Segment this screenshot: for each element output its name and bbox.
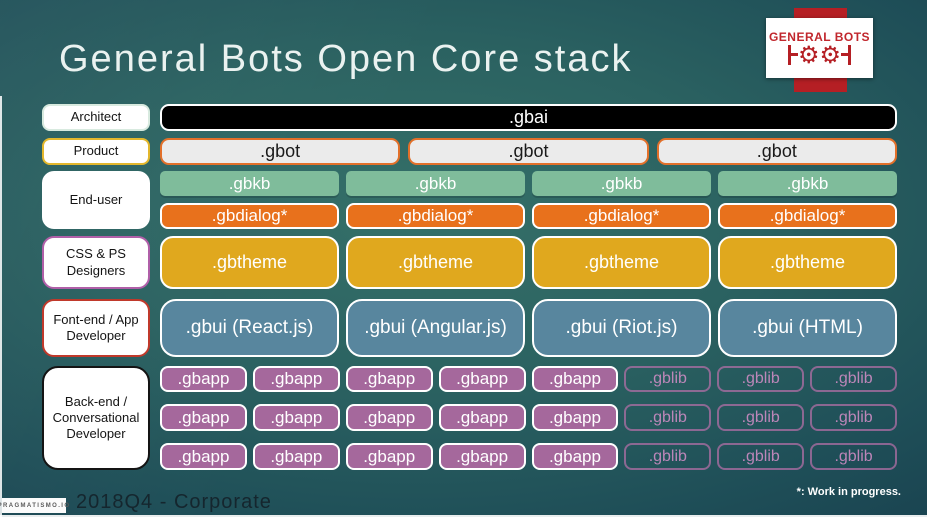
slide-left-edge-line <box>0 96 2 517</box>
logo-end-bar <box>848 44 852 65</box>
stack-box-gbkb: .gbkb <box>532 171 711 196</box>
stack-box-gblib: .gblib <box>717 404 805 431</box>
stack-box-gbtheme: .gbtheme <box>718 236 897 289</box>
stack-box-gblib: .gblib <box>810 404 897 431</box>
stack-box-gbui-html: .gbui (HTML) <box>718 299 897 357</box>
row-gbapp-gblib-1: .gbapp .gbapp .gbapp .gbapp .gbapp .gbli… <box>160 366 897 392</box>
stack-box-gbapp: .gbapp <box>531 404 619 431</box>
stack-box-gblib: .gblib <box>717 366 805 392</box>
row-gbkb: .gbkb .gbkb .gbkb .gbkb <box>160 171 897 196</box>
stack-box-gbapp: .gbapp <box>531 366 619 392</box>
role-label-end-user: End-user <box>42 171 150 229</box>
row-gbui: .gbui (React.js) .gbui (Angular.js) .gbu… <box>160 299 897 357</box>
stack-box-gbtheme: .gbtheme <box>346 236 525 289</box>
stack-box-gbapp: .gbapp <box>345 404 433 431</box>
stack-box-gbot: .gbot <box>160 138 401 165</box>
logo-axle-line <box>841 53 849 56</box>
slide-footer-caption: 2018Q4 - Corporate <box>76 491 272 513</box>
stack-box-gbdialog: .gbdialog* <box>346 203 525 229</box>
pragmatismo-brand-badge: PRAGMATISMO.IO <box>0 498 69 513</box>
logo-gears: ⚙ ⚙ <box>787 40 852 69</box>
stack-box-gblib: .gblib <box>624 443 712 470</box>
stack-box-gbapp: .gbapp <box>252 366 340 392</box>
slide: General Bots Open Core stack GENERAL BOT… <box>0 0 927 517</box>
stack-box-gbui-react: .gbui (React.js) <box>160 299 339 357</box>
role-label-designers: CSS & PS Designers <box>42 236 150 289</box>
role-label-product: Product <box>42 138 150 165</box>
stack-box-gbui-angular: .gbui (Angular.js) <box>346 299 525 357</box>
stack-box-gbtheme: .gbtheme <box>532 236 711 289</box>
stack-box-gbapp: .gbapp <box>252 443 340 470</box>
stack-box-gbkb: .gbkb <box>346 171 525 196</box>
row-gbai: .gbai <box>160 104 897 131</box>
stack-box-gbapp: .gbapp <box>345 443 433 470</box>
stack-box-gbdialog: .gbdialog* <box>160 203 339 229</box>
stack-box-gbdialog: .gbdialog* <box>532 203 711 229</box>
stack-box-gbapp: .gbapp <box>252 404 340 431</box>
gear-icon: ⚙ <box>819 40 842 69</box>
logo-axle-line <box>790 53 798 56</box>
stack-box-gbapp: .gbapp <box>438 443 526 470</box>
stack-box-gblib: .gblib <box>624 366 712 392</box>
slide-title: General Bots Open Core stack <box>59 38 633 80</box>
logo-card: GENERAL BOTS ⚙ ⚙ <box>766 18 873 78</box>
stack-box-gbdialog: .gbdialog* <box>718 203 897 229</box>
gear-icon: ⚙ <box>797 40 820 69</box>
work-in-progress-footnote: *: Work in progress. <box>796 486 901 498</box>
stack-box-gbui-riot: .gbui (Riot.js) <box>532 299 711 357</box>
stack-box-gbapp: .gbapp <box>438 366 526 392</box>
stack-box-gbot: .gbot <box>656 138 897 165</box>
stack-box-gblib: .gblib <box>810 443 897 470</box>
role-label-architect: Architect <box>42 104 150 131</box>
stack-box-gbot: .gbot <box>408 138 649 165</box>
stack-box-gbai: .gbai <box>160 104 897 131</box>
row-gbapp-gblib-3: .gbapp .gbapp .gbapp .gbapp .gbapp .gbli… <box>160 443 897 470</box>
stack-box-gbapp: .gbapp <box>160 366 247 392</box>
stack-box-gbapp: .gbapp <box>531 443 619 470</box>
row-gbapp-gblib-2: .gbapp .gbapp .gbapp .gbapp .gbapp .gbli… <box>160 404 897 431</box>
row-gbot: .gbot .gbot .gbot <box>160 138 897 165</box>
stack-box-gbapp: .gbapp <box>160 443 247 470</box>
stack-box-gbkb: .gbkb <box>160 171 339 196</box>
stack-box-gblib: .gblib <box>624 404 712 431</box>
row-gbtheme: .gbtheme .gbtheme .gbtheme .gbtheme <box>160 236 897 289</box>
row-gbdialog: .gbdialog* .gbdialog* .gbdialog* .gbdial… <box>160 203 897 229</box>
stack-box-gbtheme: .gbtheme <box>160 236 339 289</box>
role-label-frontend-developer: Font-end / App Developer <box>42 299 150 357</box>
stack-box-gblib: .gblib <box>810 366 897 392</box>
stack-box-gbapp: .gbapp <box>160 404 247 431</box>
role-label-backend-developer: Back-end / Conversational Developer <box>42 366 150 470</box>
stack-box-gbkb: .gbkb <box>718 171 897 196</box>
stack-box-gblib: .gblib <box>717 443 805 470</box>
stack-box-gbapp: .gbapp <box>345 366 433 392</box>
stack-box-gbapp: .gbapp <box>438 404 526 431</box>
